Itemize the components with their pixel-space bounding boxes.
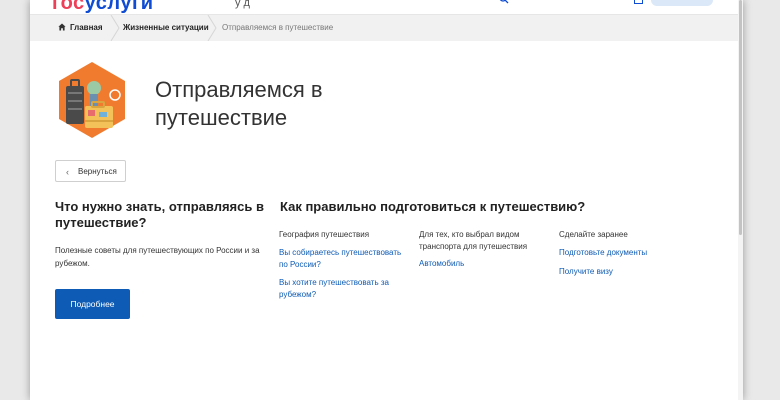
breadcrumb-home[interactable]: Главная <box>58 15 103 41</box>
breadcrumb-separator <box>110 15 120 41</box>
scrollbar-thumb[interactable] <box>739 0 742 235</box>
more-details-button[interactable]: Подробнее <box>55 289 130 319</box>
search-icon[interactable] <box>499 0 509 4</box>
login-pill[interactable] <box>651 0 713 6</box>
logo-text-gos: гос <box>52 0 85 14</box>
advance-column: Сделайте заранее Подготовьте документы П… <box>559 229 689 276</box>
link-get-visa[interactable]: Получите визу <box>559 266 613 278</box>
site-logo[interactable]: госуслуги <box>52 0 154 15</box>
chevron-left-icon: ‹ <box>66 167 69 177</box>
column-heading: Для тех, кто выбрал видом транспорта для… <box>419 230 528 251</box>
page-title: Отправляемся в путешествие <box>155 76 455 132</box>
home-icon <box>58 23 66 31</box>
link-travel-russia[interactable]: Вы собираетесь путешествовать по России? <box>279 247 409 271</box>
cabinet-icon[interactable] <box>634 0 643 4</box>
scrollbar[interactable] <box>738 0 743 400</box>
back-button[interactable]: ‹ Вернуться <box>55 160 126 182</box>
link-car[interactable]: Автомобиль <box>419 258 464 270</box>
breadcrumb: Главная Жизненные ситуации Отправляемся … <box>30 15 743 41</box>
column-heading: География путешествия <box>279 230 370 239</box>
site-header: госуслуги у д <box>30 0 743 15</box>
left-section-title: Что нужно знать, отправляясь в путешеств… <box>55 199 264 230</box>
page-title-line1: Отправляемся в <box>155 77 323 102</box>
breadcrumb-separator <box>207 15 217 41</box>
breadcrumb-current: Отправляемся в путешествие <box>222 23 334 32</box>
logo-text-usl: услуги <box>84 0 154 14</box>
header-nav-fragment[interactable]: у д <box>235 0 250 9</box>
left-section-description: Полезные советы для путешествующих по Ро… <box>55 246 260 268</box>
breadcrumb-life-situations[interactable]: Жизненные ситуации <box>123 15 209 41</box>
link-prepare-documents[interactable]: Подготовьте документы <box>559 247 647 259</box>
link-travel-abroad[interactable]: Вы хотите путешествовать за рубежом? <box>279 277 409 301</box>
browser-window: госуслуги у д Главная Жизненные ситуации… <box>30 0 743 400</box>
travel-luggage-icon <box>59 62 125 138</box>
right-section-title: Как правильно подготовиться к путешестви… <box>280 199 586 214</box>
transport-column: Для тех, кто выбрал видом транспорта для… <box>419 229 549 268</box>
breadcrumb-home-label: Главная <box>70 23 103 32</box>
geography-column: География путешествия Вы собираетесь пут… <box>279 229 409 299</box>
back-button-label: Вернуться <box>78 167 117 176</box>
page-title-line2: путешествие <box>155 105 288 130</box>
column-heading: Сделайте заранее <box>559 230 628 239</box>
